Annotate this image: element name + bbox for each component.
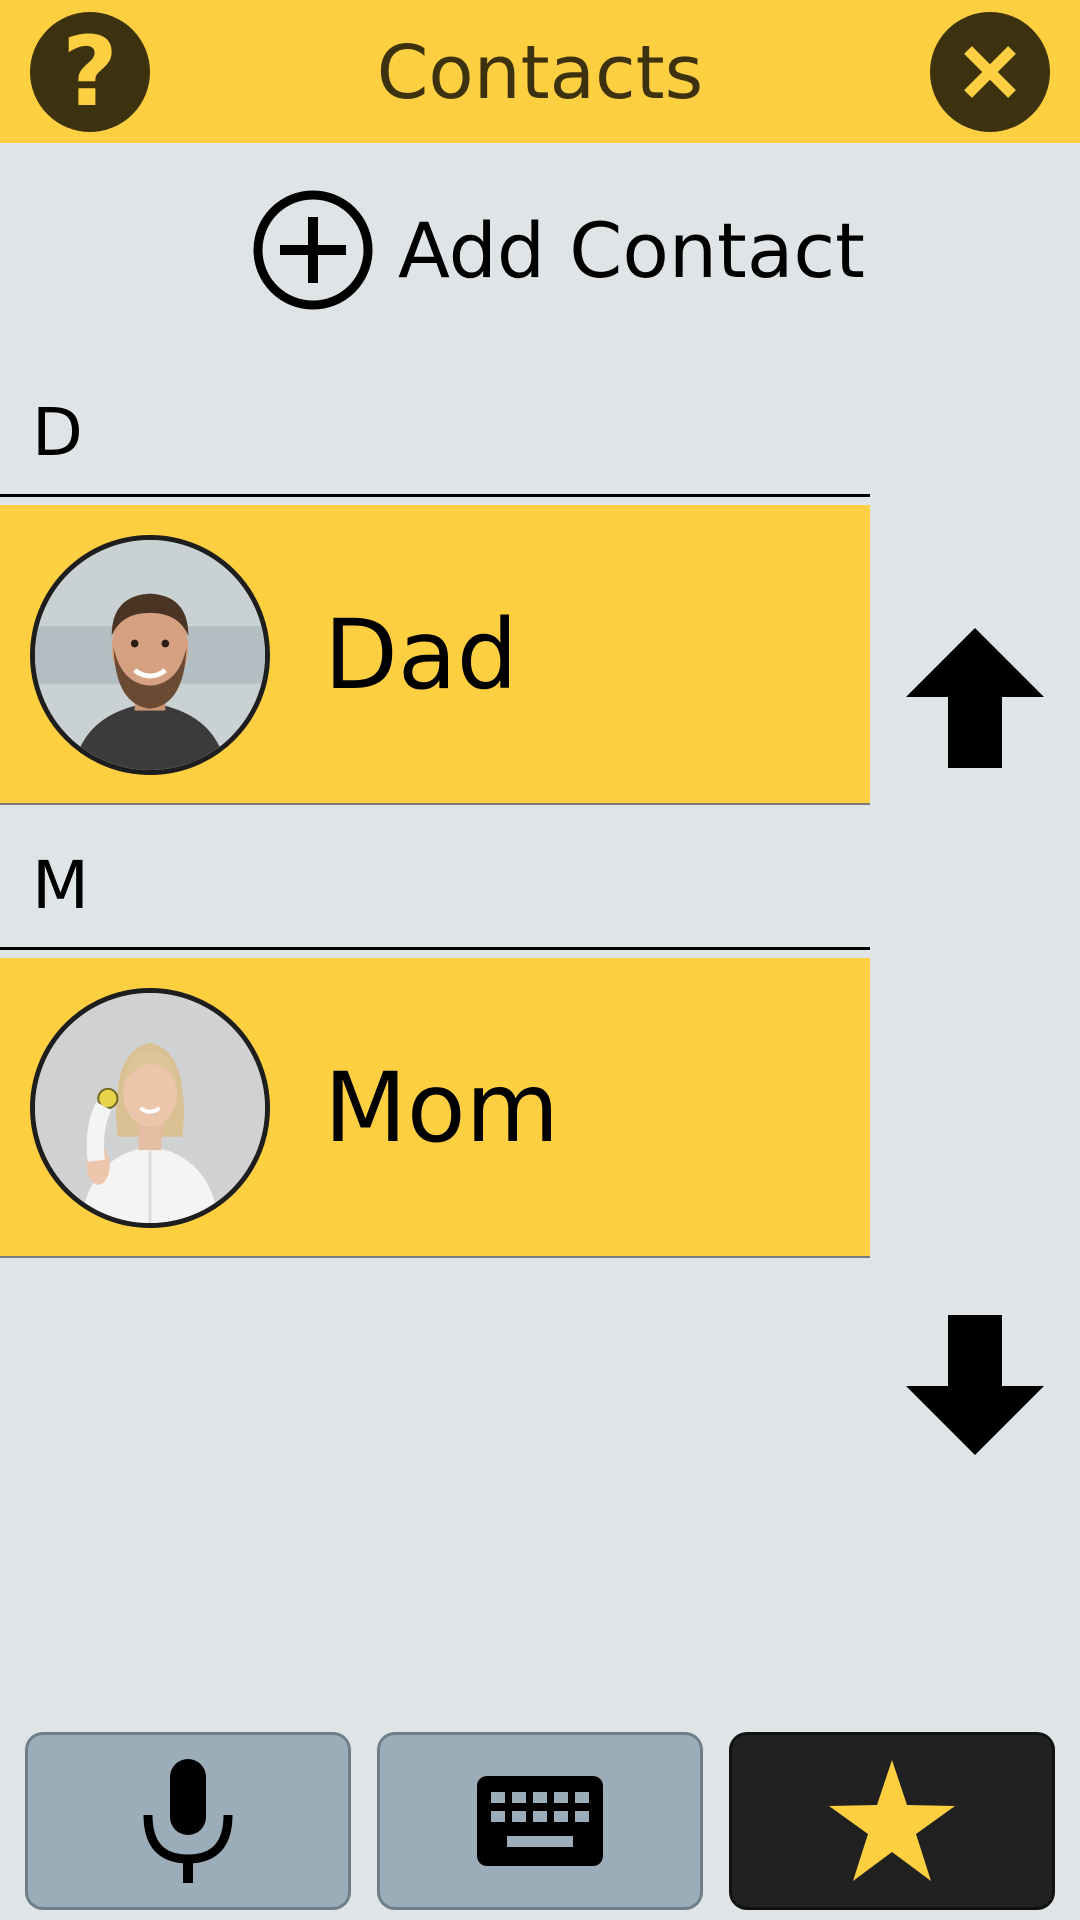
add-contact-label: Add Contact (398, 205, 865, 295)
header-bar: ? Contacts (0, 0, 1080, 143)
contact-row-mom[interactable]: Mom (0, 958, 870, 1258)
microphone-icon (143, 1759, 233, 1883)
voice-input-button[interactable] (25, 1732, 351, 1910)
keyboard-icon (477, 1776, 603, 1866)
favorites-button[interactable] (729, 1732, 1055, 1910)
contact-name: Dad (324, 599, 518, 711)
add-contact-button[interactable]: Add Contact (252, 188, 865, 312)
section-header-d: D (32, 394, 83, 471)
avatar (30, 988, 270, 1228)
close-button[interactable] (930, 12, 1050, 132)
arrow-up-icon[interactable] (906, 628, 1044, 768)
keyboard-button[interactable] (377, 1732, 703, 1910)
section-divider (0, 947, 870, 950)
contact-name: Mom (324, 1052, 560, 1164)
avatar (30, 535, 270, 775)
star-icon (829, 1760, 955, 1881)
section-header-m: M (32, 847, 89, 924)
contact-row-dad[interactable]: Dad (0, 505, 870, 805)
page-title: Contacts (376, 30, 704, 116)
arrow-down-icon[interactable] (906, 1315, 1044, 1455)
plus-circle-icon (253, 190, 373, 310)
close-icon (964, 46, 1016, 98)
section-divider (0, 494, 870, 497)
